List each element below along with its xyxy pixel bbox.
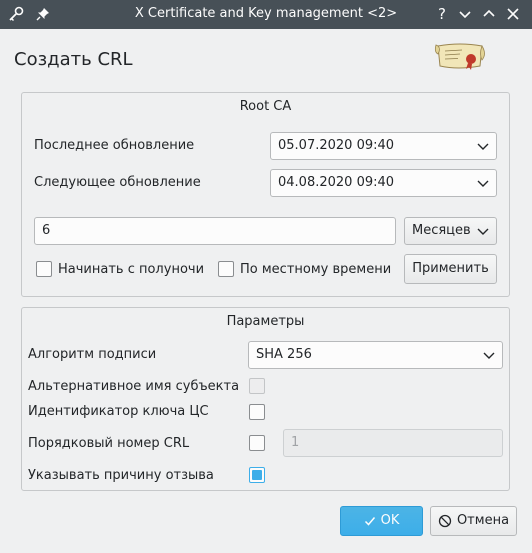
root-ca-title: Root CA [239,99,292,114]
ok-label: OK [380,513,400,528]
midnight-label: Начинать с полуночи [58,262,205,277]
window-titlebar: X Certificate and Key management <2> ? [0,0,532,29]
apply-button[interactable]: Применить [404,254,497,284]
key-id-label: Идентификатор ключа ЦС [28,404,209,419]
chevron-down-icon [483,352,495,359]
reason-checkbox[interactable] [249,467,265,483]
crl-number-checkbox[interactable] [249,435,265,451]
chevron-down-icon [477,180,489,187]
minimize-icon[interactable] [455,4,475,24]
sig-alg-value: SHA 256 [256,347,312,362]
reason-label: Указывать причину отзыва [28,468,214,483]
next-update-value: 04.08.2020 09:40 [278,175,395,190]
next-update-datetime[interactable]: 04.08.2020 09:40 [270,169,497,197]
sig-alg-label: Алгоритм подписи [28,347,157,362]
crl-number-label: Порядковый номер CRL [28,436,190,451]
period-unit-value: Месяцев [412,223,471,238]
key-id-checkbox[interactable] [249,404,265,420]
last-update-value: 05.07.2020 09:40 [278,138,395,153]
close-icon[interactable] [503,4,523,24]
next-update-label: Следующее обновление [34,175,201,190]
last-update-datetime[interactable]: 05.07.2020 09:40 [270,132,497,160]
maximize-icon[interactable] [479,4,499,24]
chevron-down-icon [477,228,489,235]
cancel-label: Отмена [456,513,510,528]
cancel-button[interactable]: Отмена [430,506,517,536]
midnight-checkbox[interactable] [36,261,52,277]
params-group: Параметры [21,307,510,491]
dialog-title: Создать CRL [14,49,133,70]
scroll-icon [434,43,485,70]
ok-button[interactable]: OK [340,506,423,536]
last-update-label: Последнее обновление [34,138,195,153]
check-icon [364,517,375,526]
crl-number-input[interactable]: 1 [283,429,503,457]
period-input[interactable]: 6 [34,217,396,245]
window-title: X Certificate and Key management <2> [134,6,398,21]
params-title: Параметры [226,314,305,329]
period-unit-select[interactable]: Месяцев [404,217,497,245]
cancel-icon [438,514,452,528]
alt-name-label: Альтернативное имя субъекта [28,379,240,394]
alt-name-checkbox[interactable] [249,378,265,394]
local-time-checkbox[interactable] [218,261,234,277]
sig-alg-select[interactable]: SHA 256 [248,341,503,369]
local-time-label: По местному времени [240,262,392,277]
help-icon[interactable]: ? [432,4,452,24]
chevron-down-icon [477,143,489,150]
